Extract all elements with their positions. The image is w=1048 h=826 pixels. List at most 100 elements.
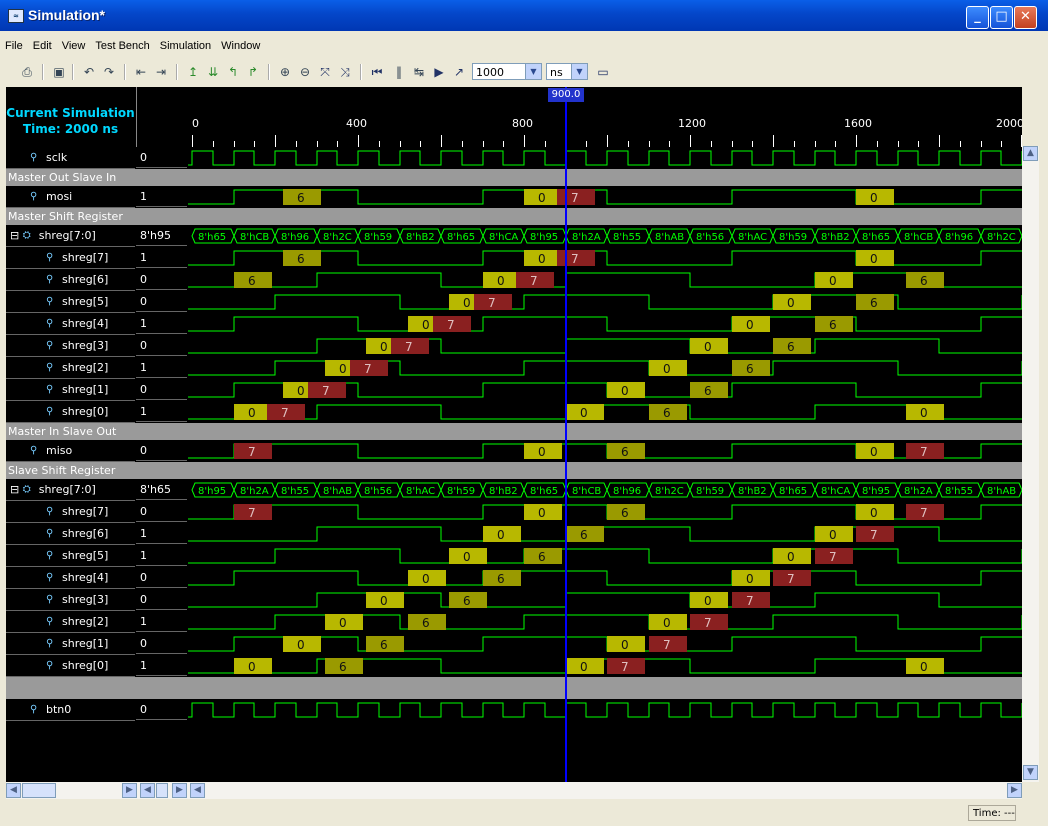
- waveform[interactable]: 6 0 7 0: [188, 247, 1022, 269]
- zoom-full-icon[interactable]: ⤨: [336, 63, 354, 81]
- time-cursor[interactable]: [565, 87, 567, 782]
- scroll-left-icon[interactable]: ◀: [190, 783, 205, 798]
- redo-icon[interactable]: ↷: [100, 63, 118, 81]
- signal-name[interactable]: ⚲ shreg[2]: [6, 357, 135, 379]
- signal-row[interactable]: ⚲ shreg[6] 0 6 0 7 0 6: [6, 269, 1022, 291]
- menu-test-bench[interactable]: Test Bench: [90, 36, 154, 52]
- signal-row[interactable]: ⚲ shreg[2] 1 0 6 0 7: [6, 611, 1022, 633]
- maximize-button[interactable]: □: [990, 6, 1013, 29]
- zoom-in-icon[interactable]: ⊕: [276, 63, 294, 81]
- collapse-icon[interactable]: ⊟: [6, 229, 23, 242]
- signal-row[interactable]: ⚲ shreg[4] 0 0 6 0 7: [6, 567, 1022, 589]
- menu-view[interactable]: View: [57, 36, 91, 52]
- waveform[interactable]: 0 7 0 6: [188, 313, 1022, 335]
- menu-edit[interactable]: Edit: [28, 36, 57, 52]
- scroll-right-icon[interactable]: ▶: [122, 783, 137, 798]
- scroll-left-icon[interactable]: ◀: [140, 783, 155, 798]
- signal-row[interactable]: ⚲ btn0 0: [6, 699, 1022, 721]
- step-icon[interactable]: ↗: [450, 63, 468, 81]
- zoom-out-icon[interactable]: ⊖: [296, 63, 314, 81]
- minimize-button[interactable]: _: [966, 6, 989, 29]
- close-button[interactable]: ✕: [1014, 6, 1037, 29]
- waveform[interactable]: 0 7 0 6 0: [188, 401, 1022, 423]
- save-icon[interactable]: ▣: [50, 63, 68, 81]
- waveform[interactable]: 0 7 0 6: [188, 335, 1022, 357]
- scroll-up-icon[interactable]: ▲: [1023, 146, 1038, 161]
- menu-window[interactable]: Window: [216, 36, 265, 52]
- signal-name[interactable]: ⊟ ⛭ shreg[7:0]: [6, 225, 135, 247]
- signal-row[interactable]: ⚲ shreg[7] 0 7 0 6 0 7: [6, 501, 1022, 523]
- scroll-right-icon[interactable]: ▶: [1007, 783, 1022, 798]
- signal-name[interactable]: ⚲ shreg[7]: [6, 247, 135, 269]
- signal-row[interactable]: ⚲ shreg[1] 0 0 7 0 6: [6, 379, 1022, 401]
- run-time-combo[interactable]: 1000 ▼: [472, 63, 542, 80]
- waveform[interactable]: 0 6 0 7: [188, 633, 1022, 655]
- waveform[interactable]: 0 6 0 7: [188, 545, 1022, 567]
- signal-row[interactable]: ⚲ mosi 1 6 0 7 0: [6, 186, 1022, 208]
- waveform[interactable]: 0 6 0 7: [188, 611, 1022, 633]
- window-layout-icon[interactable]: ▭: [594, 63, 612, 81]
- waveform[interactable]: 0 6 0 7: [188, 589, 1022, 611]
- pause-icon[interactable]: ‖: [390, 63, 408, 81]
- signal-name[interactable]: ⚲ shreg[0]: [6, 401, 135, 423]
- signal-row[interactable]: ⚲ miso 0 7 0 6 0 7: [6, 440, 1022, 462]
- time-ruler[interactable]: 0 400 800 1200 1600 2000: [188, 87, 1022, 147]
- chevron-down-icon[interactable]: ▼: [525, 64, 541, 79]
- outdent-icon[interactable]: ⇥: [152, 63, 170, 81]
- scroll-down-icon[interactable]: ▼: [1023, 765, 1038, 780]
- signal-name[interactable]: ⚲ shreg[1]: [6, 379, 135, 401]
- horizontal-scrollbar[interactable]: ◀ ▶ ◀ ▶ ◀ ▶: [6, 782, 1022, 799]
- signal-name[interactable]: ⚲ sclk: [6, 147, 135, 169]
- time-unit-combo[interactable]: ns ▼: [546, 63, 588, 80]
- signal-group-header[interactable]: Master In Slave Out: [6, 423, 1022, 440]
- title-bar[interactable]: ≈ Simulation* _ □ ✕: [0, 0, 1048, 31]
- waveform[interactable]: 8'h95 8'h2A 8'h55 8'hAB 8'h56 8'hAC 8'h59 8'hB2…: [188, 479, 1022, 501]
- signal-name[interactable]: ⚲ shreg[3]: [6, 335, 135, 357]
- signal-name[interactable]: ⚲ shreg[6]: [6, 523, 135, 545]
- play-icon[interactable]: ▶: [430, 63, 448, 81]
- add-bus-icon[interactable]: ⇊: [204, 63, 222, 81]
- zoom-fit-icon[interactable]: ⤧: [316, 63, 334, 81]
- waveform[interactable]: 0 6 0 7: [188, 567, 1022, 589]
- signal-name[interactable]: ⚲ shreg[4]: [6, 313, 135, 335]
- signal-name[interactable]: ⚲ shreg[0]: [6, 655, 135, 677]
- signal-row[interactable]: ⚲ shreg[0] 1 0 6 0 7 0: [6, 655, 1022, 677]
- signal-row[interactable]: ⚲ shreg[7] 1 6 0 7 0: [6, 247, 1022, 269]
- signal-name[interactable]: ⚲ shreg[1]: [6, 633, 135, 655]
- chevron-down-icon[interactable]: ▼: [571, 64, 587, 79]
- waveform[interactable]: [188, 699, 1022, 721]
- signal-name[interactable]: ⚲ shreg[5]: [6, 545, 135, 567]
- waveform[interactable]: 0 6 0 7: [188, 523, 1022, 545]
- run-icon[interactable]: ↹: [410, 63, 428, 81]
- signal-row[interactable]: ⚲ shreg[0] 1 0 7 0 6 0: [6, 401, 1022, 423]
- signal-row[interactable]: ⊟ ⛭ shreg[7:0] 8'h65 8'h95 8'h2A 8'h55 8'hAB 8'…: [6, 479, 1022, 501]
- signal-name[interactable]: ⚲ shreg[7]: [6, 501, 135, 523]
- signal-row[interactable]: ⚲ shreg[2] 1 0 7 0 6: [6, 357, 1022, 379]
- next-edge-icon[interactable]: ↱: [244, 63, 262, 81]
- signal-name[interactable]: ⚲ shreg[3]: [6, 589, 135, 611]
- signal-name[interactable]: ⚲ shreg[4]: [6, 567, 135, 589]
- waveform[interactable]: 0 6 0 7 0: [188, 655, 1022, 677]
- restart-icon[interactable]: ⏮: [368, 63, 386, 81]
- signal-row[interactable]: ⚲ shreg[3] 0 0 7 0 6: [6, 335, 1022, 357]
- menu-simulation[interactable]: Simulation: [155, 36, 216, 52]
- time-cursor-label[interactable]: 900.0: [548, 88, 584, 102]
- signal-name[interactable]: ⚲ shreg[2]: [6, 611, 135, 633]
- signal-group-header[interactable]: Master Shift Register: [6, 208, 1022, 225]
- signal-row[interactable]: ⚲ shreg[5] 0 0 7 0 6: [6, 291, 1022, 313]
- signal-name[interactable]: ⚲ miso: [6, 440, 135, 462]
- waveform[interactable]: 6 0 7 0 6: [188, 269, 1022, 291]
- signal-row[interactable]: ⚲ shreg[5] 1 0 6 0 7: [6, 545, 1022, 567]
- collapse-icon[interactable]: ⊟: [6, 483, 23, 496]
- scroll-thumb[interactable]: [22, 783, 56, 798]
- signal-row[interactable]: ⚲ sclk 0: [6, 147, 1022, 169]
- waveform[interactable]: 7 0 6 0 7: [188, 501, 1022, 523]
- waveform[interactable]: 8'h65 8'hCB 8'h96 8'h2C 8'h59 8'hB2 8'h65 8'hCA…: [188, 225, 1022, 247]
- menu-file[interactable]: File: [0, 36, 28, 52]
- signal-row[interactable]: ⚲ shreg[6] 1 0 6 0 7: [6, 523, 1022, 545]
- waveform[interactable]: 7 0 6 0 7: [188, 440, 1022, 462]
- signal-row[interactable]: ⚲ shreg[1] 0 0 6 0 7: [6, 633, 1022, 655]
- signal-name[interactable]: ⚲ mosi: [6, 186, 135, 208]
- signal-name[interactable]: ⚲ btn0: [6, 699, 135, 721]
- signal-group-header[interactable]: Slave Shift Register: [6, 462, 1022, 479]
